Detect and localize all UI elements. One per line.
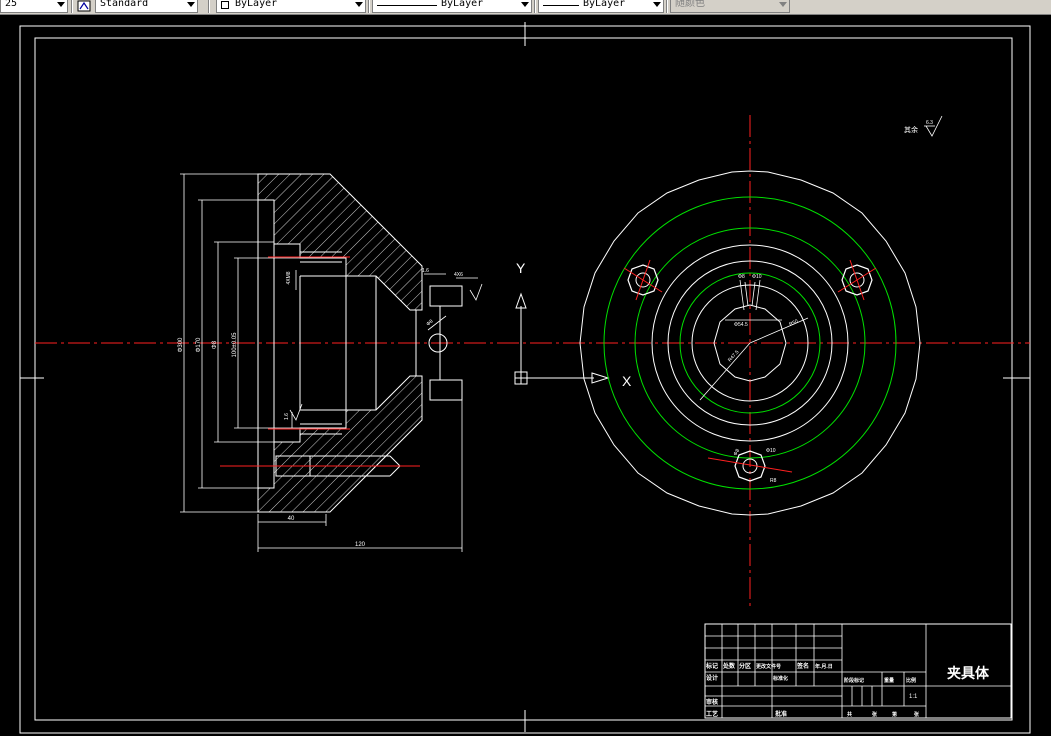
front-view: Φ8 Φ10 Φ54.5 R50 R47.5 Φ8 Φ10 R8 xyxy=(579,115,921,610)
bolt-hole-left xyxy=(623,259,663,301)
linetype-value: ByLayer xyxy=(441,0,484,9)
tb-label-standard: 标准化 xyxy=(772,675,788,682)
tb-label-sign: 签名 xyxy=(796,662,809,670)
chevron-down-icon xyxy=(187,2,195,7)
lineweight-value: ByLayer xyxy=(583,0,626,9)
sheet-inner-border xyxy=(34,37,1013,721)
tb-label-review: 审核 xyxy=(706,698,718,706)
dim-4xm8: 4XM8 xyxy=(286,271,292,284)
tb-scale-value: 1:1 xyxy=(909,694,918,700)
tb-part-name: 夹具体 xyxy=(947,665,990,681)
ucs-y-label: Y xyxy=(516,260,526,276)
chevron-down-icon xyxy=(57,2,65,7)
tb-label-sheets2: 张 xyxy=(914,711,920,718)
ucs-x-label: X xyxy=(622,373,632,389)
dim-40: 40 xyxy=(288,516,295,522)
section-view: Φ300 Φ170 Φ8 100±0.05 40 120 4XM8 1.6 4X… xyxy=(178,173,483,552)
toolbar-separator xyxy=(534,0,536,13)
plot-style-dropdown[interactable]: 随颜色 xyxy=(670,0,790,13)
plot-style-value: 随颜色 xyxy=(675,0,705,9)
linetype-sample xyxy=(377,5,437,6)
centering-marks xyxy=(20,22,1030,732)
tb-label-date: 年.月.日 xyxy=(815,663,833,670)
dim-100: 100±0.05 xyxy=(232,332,238,358)
chevron-down-icon xyxy=(521,2,529,7)
toolbar-separator xyxy=(368,0,370,13)
tb-label-mark: 标记 xyxy=(705,662,718,670)
text-style-icon[interactable] xyxy=(77,0,91,12)
text-style-value: Standard xyxy=(100,0,149,9)
tb-label-process: 工艺 xyxy=(706,710,718,718)
chevron-down-icon xyxy=(355,2,363,7)
dim-small2: 4X6 xyxy=(454,272,463,278)
color-swatch xyxy=(221,1,229,9)
toolbar-separator xyxy=(71,0,73,13)
lineweight-dropdown[interactable]: ByLayer xyxy=(538,0,664,13)
tb-label-stage: 阶段标记 xyxy=(844,677,864,684)
dim-d300: Φ300 xyxy=(178,337,184,352)
tb-label-sheets1: 张 xyxy=(872,711,878,718)
dim-bottom1: Φ8 xyxy=(733,448,742,457)
tb-label-design: 设计 xyxy=(706,674,718,682)
chevron-down-icon xyxy=(653,2,661,7)
tb-label-total: 共 xyxy=(847,711,852,718)
tb-label-approve: 批准 xyxy=(775,710,787,718)
color-control-dropdown[interactable]: ByLayer xyxy=(216,0,366,13)
sheet-outer-border xyxy=(19,25,1031,734)
color-control-value: ByLayer xyxy=(235,0,278,9)
tb-label-no: 第 xyxy=(892,711,897,718)
dim-bolt2: Φ10 xyxy=(752,274,762,280)
toolbar-separator xyxy=(208,0,210,13)
dim-d8: Φ8 xyxy=(212,340,218,349)
dim-d170: Φ170 xyxy=(196,337,202,352)
tb-label-scale: 比例 xyxy=(906,677,916,684)
ucs-icon: Y X xyxy=(514,260,632,389)
bolt-hole-right xyxy=(837,259,877,301)
roughness-value: 6.3 xyxy=(926,120,933,126)
dim-bolt1: Φ8 xyxy=(738,274,745,280)
dim-120: 120 xyxy=(355,542,366,548)
text-style-dropdown[interactable]: Standard xyxy=(95,0,198,13)
dim-style-dropdown[interactable]: 25 xyxy=(0,0,68,13)
dim-small1: 1.6 xyxy=(422,268,429,274)
dim-pcd: Φ54.5 xyxy=(734,322,748,328)
dim-r-inner: R50 xyxy=(788,318,799,327)
tb-label-zone: 分区 xyxy=(739,662,751,670)
roughness-note: 其余 6.3 xyxy=(904,115,943,137)
roughness-text: 其余 xyxy=(904,125,918,134)
chevron-down-icon xyxy=(779,2,787,7)
tb-label-weight: 重量 xyxy=(884,677,894,684)
tb-label-count: 处数 xyxy=(722,662,736,670)
title-block: 标记 处数 分区 更改文件号 签名 年.月.日 设计 审核 工艺 标准化 批准 … xyxy=(704,623,1012,719)
dim-bottom3: R8 xyxy=(770,478,777,484)
lineweight-sample xyxy=(543,5,579,6)
properties-toolbar: 25 Standard ByLayer ByLayer ByLayer 随颜色 xyxy=(0,0,1051,15)
dim-small3: 1.6 xyxy=(284,413,290,420)
drawing-canvas[interactable]: Φ300 Φ170 Φ8 100±0.05 40 120 4XM8 1.6 4X… xyxy=(0,14,1051,736)
linetype-dropdown[interactable]: ByLayer xyxy=(372,0,532,13)
dim-style-value: 25 xyxy=(5,0,18,9)
toolbar-separator xyxy=(666,0,668,13)
dim-bottom2: Φ10 xyxy=(766,448,776,454)
tb-label-file: 更改文件号 xyxy=(756,663,781,670)
